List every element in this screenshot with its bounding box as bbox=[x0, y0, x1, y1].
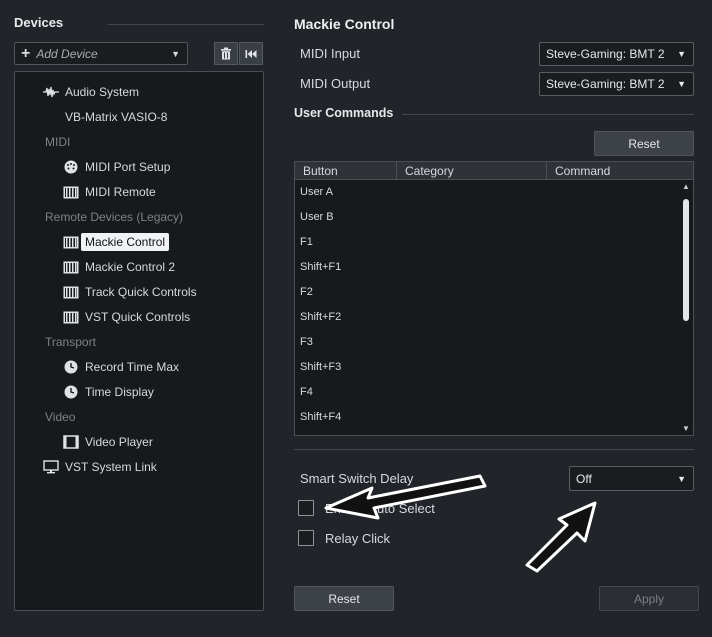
tree-item-label: MIDI Remote bbox=[85, 185, 156, 199]
midi-output-label: MIDI Output bbox=[300, 76, 371, 91]
table-row[interactable]: F1 bbox=[295, 230, 313, 255]
table-row[interactable]: Shift+F3 bbox=[295, 355, 341, 380]
tree-item-vb-matrix[interactable]: VB-Matrix VASIO-8 bbox=[65, 107, 167, 127]
column-header-command[interactable]: Command bbox=[547, 162, 679, 180]
devices-divider bbox=[108, 24, 264, 25]
devices-title: Devices bbox=[14, 15, 64, 30]
tree-item-label: Track Quick Controls bbox=[85, 285, 197, 299]
clock-icon bbox=[63, 359, 79, 375]
tree-item-label: Mackie Control bbox=[81, 233, 170, 251]
table-row[interactable]: Shift+F1 bbox=[295, 255, 341, 280]
add-device-label: Add Device bbox=[36, 46, 98, 61]
skip-back-icon bbox=[245, 49, 257, 58]
chevron-down-icon: ▼ bbox=[171, 49, 180, 59]
monitor-icon bbox=[43, 459, 59, 475]
midi-port-icon bbox=[63, 159, 79, 175]
user-commands-divider bbox=[402, 114, 694, 115]
tree-item-label: VST System Link bbox=[65, 460, 157, 474]
tree-item-label: MIDI Port Setup bbox=[85, 160, 171, 174]
keyboard-icon bbox=[63, 184, 79, 200]
tree-item-time-display[interactable]: Time Display bbox=[63, 382, 154, 402]
panel-title: Mackie Control bbox=[294, 16, 395, 32]
delete-device-button[interactable] bbox=[214, 42, 238, 65]
tree-item-label: Video Player bbox=[85, 435, 153, 449]
clock-icon bbox=[63, 384, 79, 400]
table-row[interactable]: F2 bbox=[295, 280, 313, 305]
table-scrollbar[interactable]: ▲ ▼ bbox=[679, 180, 693, 435]
relay-click-checkbox[interactable] bbox=[298, 530, 314, 546]
midi-output-dropdown[interactable]: Steve-Gaming: BMT 2 ▼ bbox=[539, 72, 694, 96]
user-commands-reset-button[interactable]: Reset bbox=[594, 131, 694, 156]
annotation-arrow-left-icon bbox=[324, 474, 487, 520]
tree-item-record-time-max[interactable]: Record Time Max bbox=[63, 357, 179, 377]
table-row[interactable]: Shift+F4 bbox=[295, 405, 341, 430]
user-commands-heading: User Commands bbox=[294, 106, 394, 120]
apply-button[interactable]: Apply bbox=[599, 586, 699, 611]
keyboard-icon bbox=[63, 309, 79, 325]
tree-item-mackie-control[interactable]: Mackie Control bbox=[63, 232, 170, 252]
column-header-button[interactable]: Button bbox=[295, 162, 397, 180]
film-icon bbox=[63, 434, 79, 450]
tree-item-label: Record Time Max bbox=[85, 360, 180, 374]
table-row[interactable]: User A bbox=[295, 180, 333, 205]
tree-item-audio-system[interactable]: Audio System bbox=[43, 82, 139, 102]
column-header-category[interactable]: Category bbox=[397, 162, 547, 180]
tree-category-midi: MIDI bbox=[45, 135, 71, 149]
reset-button[interactable]: Reset bbox=[294, 586, 394, 611]
table-row[interactable]: F4 bbox=[295, 380, 313, 405]
keyboard-icon bbox=[63, 259, 79, 275]
tree-item-track-quick-controls[interactable]: Track Quick Controls bbox=[63, 282, 197, 302]
tree-item-mackie-control-2[interactable]: Mackie Control 2 bbox=[63, 257, 175, 277]
trash-icon bbox=[221, 47, 231, 60]
table-row[interactable]: Shift+F2 bbox=[295, 305, 341, 330]
scroll-down-icon[interactable]: ▼ bbox=[682, 424, 690, 433]
device-tree: Audio System VB-Matrix VASIO-8 MIDI MIDI… bbox=[14, 71, 264, 611]
tree-item-midi-remote[interactable]: MIDI Remote bbox=[63, 182, 156, 202]
chevron-down-icon: ▼ bbox=[677, 49, 686, 59]
tree-item-vst-quick-controls[interactable]: VST Quick Controls bbox=[63, 307, 190, 327]
annotation-arrow-up-right-icon bbox=[525, 501, 597, 573]
scroll-up-icon[interactable]: ▲ bbox=[682, 182, 690, 191]
options-divider bbox=[294, 449, 694, 450]
tree-item-video-player[interactable]: Video Player bbox=[63, 432, 153, 452]
table-row[interactable]: F3 bbox=[295, 330, 313, 355]
add-device-dropdown[interactable]: + Add Device ▼ bbox=[14, 42, 188, 65]
tree-category-video: Video bbox=[45, 410, 76, 424]
tree-category-remote-devices: Remote Devices (Legacy) bbox=[45, 210, 184, 224]
table-header: Button Category Command bbox=[295, 162, 693, 180]
relay-click-label: Relay Click bbox=[325, 531, 391, 546]
tree-item-label: VB-Matrix VASIO-8 bbox=[65, 110, 168, 124]
tree-item-midi-port-setup[interactable]: MIDI Port Setup bbox=[63, 157, 170, 177]
tree-category-transport: Transport bbox=[45, 335, 96, 349]
smart-switch-delay-value: Off bbox=[576, 471, 592, 486]
tree-item-label: Time Display bbox=[85, 385, 154, 399]
midi-output-value: Steve-Gaming: BMT 2 bbox=[546, 77, 665, 91]
tree-item-label: Mackie Control 2 bbox=[85, 260, 176, 274]
reset-device-button[interactable] bbox=[239, 42, 263, 65]
plus-icon: + bbox=[21, 44, 31, 62]
enable-auto-select-checkbox[interactable] bbox=[298, 500, 314, 516]
keyboard-icon bbox=[63, 284, 79, 300]
tree-item-vst-system-link[interactable]: VST System Link bbox=[43, 457, 157, 477]
smart-switch-delay-dropdown[interactable]: Off ▼ bbox=[569, 466, 694, 491]
chevron-down-icon: ▼ bbox=[677, 473, 686, 484]
scrollbar-thumb[interactable] bbox=[683, 199, 689, 321]
table-row[interactable]: User B bbox=[295, 205, 334, 230]
keyboard-icon bbox=[63, 234, 79, 250]
tree-item-label: Audio System bbox=[65, 85, 140, 99]
waveform-icon bbox=[43, 84, 59, 100]
chevron-down-icon: ▼ bbox=[677, 79, 686, 89]
user-commands-table: Button Category Command User A User B F1… bbox=[294, 161, 694, 436]
midi-input-value: Steve-Gaming: BMT 2 bbox=[546, 47, 665, 61]
midi-input-label: MIDI Input bbox=[300, 46, 360, 61]
midi-input-dropdown[interactable]: Steve-Gaming: BMT 2 ▼ bbox=[539, 42, 694, 66]
tree-item-label: VST Quick Controls bbox=[85, 310, 191, 324]
